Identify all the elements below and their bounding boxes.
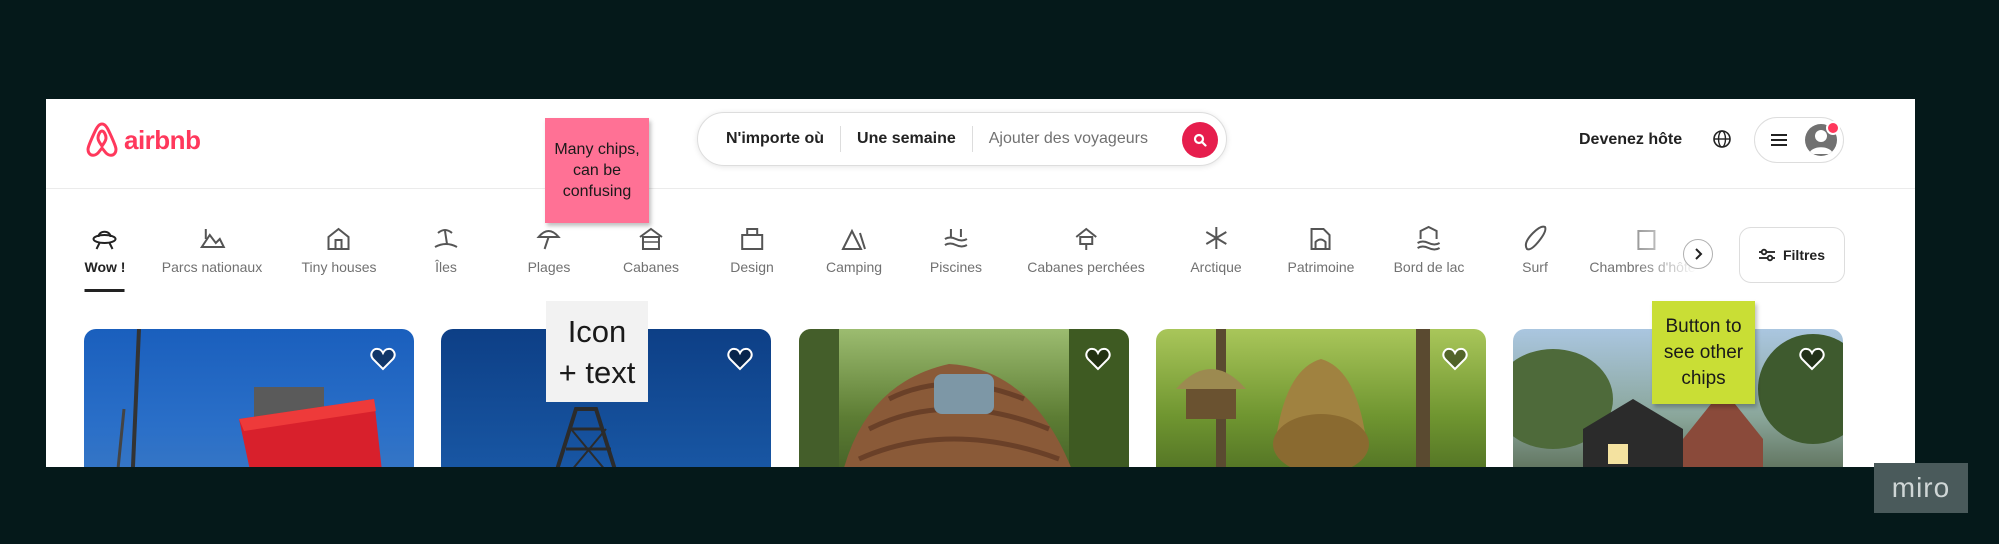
airbnb-belo-icon	[86, 122, 118, 157]
heart-icon	[1442, 347, 1468, 371]
category-chip-wow[interactable]: Wow !	[84, 225, 126, 292]
treehouse-icon	[1075, 227, 1097, 250]
filters-label: Filtres	[1782, 247, 1825, 263]
lake-icon	[1417, 225, 1441, 251]
become-host-link[interactable]: Devenez hôte	[1579, 131, 1682, 149]
category-label: Wow !	[84, 259, 126, 275]
heart-icon	[1799, 347, 1825, 371]
snowflake-icon	[1205, 227, 1227, 249]
park-icon	[200, 229, 226, 248]
logo-wordmark: airbnb	[124, 124, 201, 155]
sticky-note-icon-text[interactable]: Icon + text	[546, 301, 648, 402]
category-chip-cabanes[interactable]: Cabanes	[623, 225, 679, 275]
search-icon	[1193, 133, 1207, 147]
category-label: Design	[730, 259, 774, 275]
category-chip-surf[interactable]: Surf	[1521, 225, 1549, 275]
notification-dot	[1826, 121, 1840, 135]
category-bar: Wow ! Parcs nationaux Tiny houses Îles P…	[46, 225, 1703, 305]
category-chip-cabanes-perchees[interactable]: Cabanes perchées	[1027, 225, 1145, 275]
category-chip-bord-de-lac[interactable]: Bord de lac	[1393, 225, 1465, 275]
favorite-button[interactable]	[1085, 347, 1111, 376]
category-chip-parcs-nationaux[interactable]: Parcs nationaux	[162, 225, 262, 275]
heart-icon	[727, 347, 753, 371]
category-chip-iles[interactable]: Îles	[432, 225, 460, 275]
miro-watermark: miro	[1874, 463, 1968, 513]
category-label: Surf	[1522, 259, 1548, 275]
favorite-button[interactable]	[1799, 347, 1825, 376]
category-chip-design[interactable]: Design	[730, 225, 774, 275]
listing-card[interactable]	[799, 329, 1129, 467]
tiny-house-icon	[328, 227, 350, 250]
hamburger-icon	[1771, 134, 1787, 146]
favorite-button[interactable]	[370, 347, 396, 376]
pool-icon	[944, 229, 968, 248]
airbnb-logo[interactable]: airbnb	[84, 121, 201, 159]
globe-icon	[1713, 130, 1731, 148]
listing-photo	[799, 329, 1129, 467]
category-label: Bord de lac	[1393, 259, 1465, 275]
chevron-right-icon	[1695, 248, 1703, 260]
cabin-icon	[639, 227, 663, 250]
sticky-note-text: Icon + text	[558, 313, 636, 390]
filters-button[interactable]: Filtres	[1739, 227, 1845, 283]
category-chip-arctique[interactable]: Arctique	[1190, 225, 1242, 275]
heritage-icon	[1310, 228, 1331, 250]
category-label: Parcs nationaux	[161, 259, 263, 275]
sticky-note-chips[interactable]: Many chips, can be confusing	[545, 118, 649, 223]
design-icon	[741, 228, 763, 250]
category-chip-plages[interactable]: Plages	[527, 225, 571, 275]
heart-icon	[1085, 347, 1111, 371]
search-when[interactable]: Une semaine	[841, 130, 972, 148]
category-chip-camping[interactable]: Camping	[826, 225, 882, 275]
next-categories-button[interactable]	[1683, 239, 1713, 269]
search-where[interactable]: N'importe où	[698, 130, 840, 148]
search-bar[interactable]: N'importe où Une semaine Ajouter des voy…	[697, 112, 1227, 166]
surfboard-icon	[1524, 225, 1547, 251]
camping-icon	[841, 228, 866, 250]
category-label: Îles	[435, 259, 457, 275]
language-button[interactable]	[1712, 129, 1732, 154]
airbnb-screenshot: airbnb N'importe où Une semaine Ajouter …	[46, 99, 1915, 467]
category-label: Arctique	[1190, 259, 1242, 275]
listing-photo	[1176, 329, 1430, 467]
sticky-note-text: Button to see other chips	[1663, 315, 1744, 389]
category-label: Camping	[825, 259, 883, 275]
sliders-icon	[1758, 248, 1775, 262]
category-label: Patrimoine	[1287, 259, 1355, 275]
listing-card[interactable]	[1156, 329, 1486, 467]
category-label: Cabanes	[622, 259, 680, 275]
search-button[interactable]	[1182, 122, 1218, 158]
ufo-icon	[93, 230, 117, 250]
category-label: Piscines	[929, 259, 983, 275]
listing-card[interactable]	[84, 329, 414, 467]
category-chip-tiny-houses[interactable]: Tiny houses	[301, 225, 377, 275]
category-label: Tiny houses	[301, 259, 377, 275]
island-icon	[434, 229, 458, 248]
favorite-button[interactable]	[727, 347, 753, 376]
search-who[interactable]: Ajouter des voyageurs	[973, 130, 1164, 148]
category-label: Plages	[527, 259, 571, 275]
listing-photo	[116, 329, 382, 467]
category-chip-patrimoine[interactable]: Patrimoine	[1287, 225, 1355, 275]
heart-icon	[370, 347, 396, 371]
favorite-button[interactable]	[1442, 347, 1468, 376]
sticky-note-button[interactable]: Button to see other chips	[1652, 301, 1755, 404]
sticky-note-text: Many chips, can be confusing	[554, 141, 640, 200]
category-chip-piscines[interactable]: Piscines	[930, 225, 982, 275]
header-divider	[46, 188, 1915, 189]
category-label: Cabanes perchées	[1027, 259, 1145, 275]
beach-umbrella-icon	[536, 230, 562, 250]
